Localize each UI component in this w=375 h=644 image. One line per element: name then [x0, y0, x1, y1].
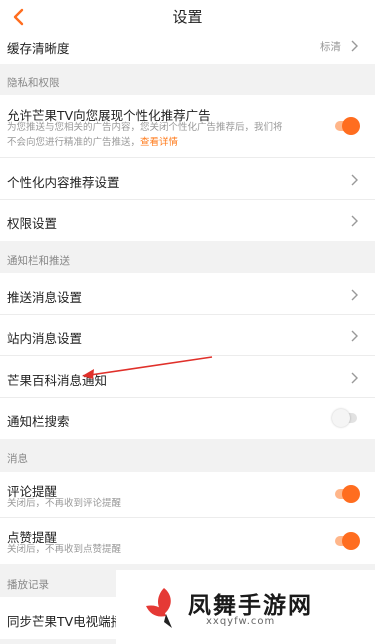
row-description-line2: 不会向您进行精准的广告推送，查看详情	[7, 135, 178, 150]
row-label: 权限设置	[7, 216, 58, 231]
phoenix-logo-icon	[146, 588, 172, 628]
watermark-text: 凤舞手游网	[188, 593, 313, 619]
section-header-history: 播放记录	[7, 579, 49, 591]
row-inbox-settings[interactable]: 站内消息设置	[0, 315, 375, 356]
row-push-settings[interactable]: 推送消息设置	[0, 273, 375, 315]
row-notification-search: 通知栏搜索	[0, 398, 375, 439]
annotation-arrow-icon	[82, 356, 213, 379]
row-label: 同步芒果TV电视端播	[7, 614, 124, 629]
row-description: 为您推送与您相关的广告内容，您关闭个性化广告推荐后，我们将	[7, 122, 283, 133]
section-header-notifications: 通知栏和推送	[7, 255, 70, 267]
chevron-right-icon	[351, 215, 358, 227]
row-label: 个性化内容推荐设置	[7, 175, 120, 190]
nav-bar: 设置	[0, 0, 375, 34]
row-description: 关闭后，不再收到评论提醒	[7, 498, 122, 509]
row-description: 关闭后，不再收到点赞提醒	[7, 544, 122, 555]
watermark-url: xxqyfw.com	[206, 616, 276, 627]
row-label: 缓存清晰度	[7, 41, 70, 56]
watermark: 凤舞手游网 xxqyfw.com	[116, 570, 375, 644]
chevron-right-icon	[351, 174, 358, 186]
row-personalized-content[interactable]: 个性化内容推荐设置	[0, 158, 375, 200]
row-permissions[interactable]: 权限设置	[0, 200, 375, 241]
view-details-link[interactable]: 查看详情	[140, 137, 178, 148]
page-title: 设置	[172, 8, 203, 26]
row-label: 推送消息设置	[7, 290, 83, 305]
description-text: 不会向您进行精准的广告推送，	[7, 137, 141, 148]
chevron-right-icon	[351, 330, 358, 342]
section-header-messages: 消息	[7, 453, 28, 465]
row-cache-clarity[interactable]: 缓存清晰度 标清	[0, 34, 375, 64]
row-value: 标清	[320, 41, 341, 53]
section-header-privacy: 隐私和权限	[7, 77, 60, 89]
personalized-ads-toggle[interactable]	[332, 117, 360, 135]
row-label: 通知栏搜索	[7, 414, 70, 429]
comment-remind-toggle[interactable]	[332, 485, 360, 503]
notification-search-toggle[interactable]	[332, 409, 360, 427]
row-label: 站内消息设置	[7, 331, 83, 346]
row-personalized-ads: 允许芒果TV向您展现个性化推荐广告 为您推送与您相关的广告内容，您关闭个性化广告…	[0, 95, 375, 158]
like-remind-toggle[interactable]	[332, 532, 360, 550]
row-comment-remind: 评论提醒 关闭后，不再收到评论提醒	[0, 472, 375, 518]
row-like-remind: 点赞提醒 关闭后，不再收到点赞提醒	[0, 518, 375, 564]
chevron-right-icon	[351, 40, 358, 52]
chevron-right-icon	[351, 289, 358, 301]
chevron-right-icon	[351, 372, 358, 384]
